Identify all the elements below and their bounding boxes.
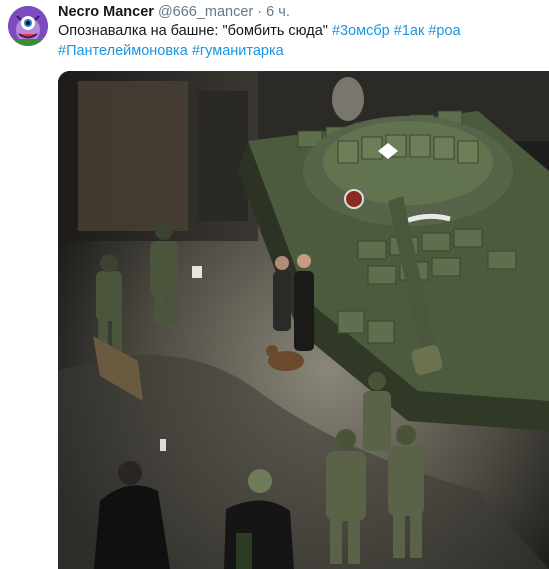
tweet-timestamp[interactable]: 6 ч. xyxy=(266,4,290,20)
separator-dot: · xyxy=(257,4,263,20)
tank-and-soldiers-photo xyxy=(58,71,549,569)
hashtag[interactable]: #гуманитарка xyxy=(192,43,284,59)
hashtag[interactable]: #1ак xyxy=(394,23,425,39)
hashtag[interactable]: #3омсбр xyxy=(332,23,390,39)
tweet-text-plain: Опознавалка на башне: "бомбить сюда" xyxy=(58,23,328,39)
hashtag[interactable]: #Пантелеймоновка xyxy=(58,43,188,59)
author-handle[interactable]: @666_mancer xyxy=(158,4,253,20)
tweet-text: Опознавалка на башне: "бомбить сюда" #3о… xyxy=(58,21,538,61)
monster-avatar-icon xyxy=(8,6,48,46)
tweet-photo[interactable] xyxy=(58,71,549,569)
author-name[interactable]: Necro Mancer xyxy=(58,4,154,20)
author-avatar[interactable] xyxy=(8,6,48,46)
tweet-card[interactable]: Necro Mancer @666_mancer · 6 ч. Опознава… xyxy=(0,0,549,569)
hashtag[interactable]: #роа xyxy=(428,23,460,39)
tweet-header: Necro Mancer @666_mancer · 6 ч. xyxy=(58,3,290,21)
